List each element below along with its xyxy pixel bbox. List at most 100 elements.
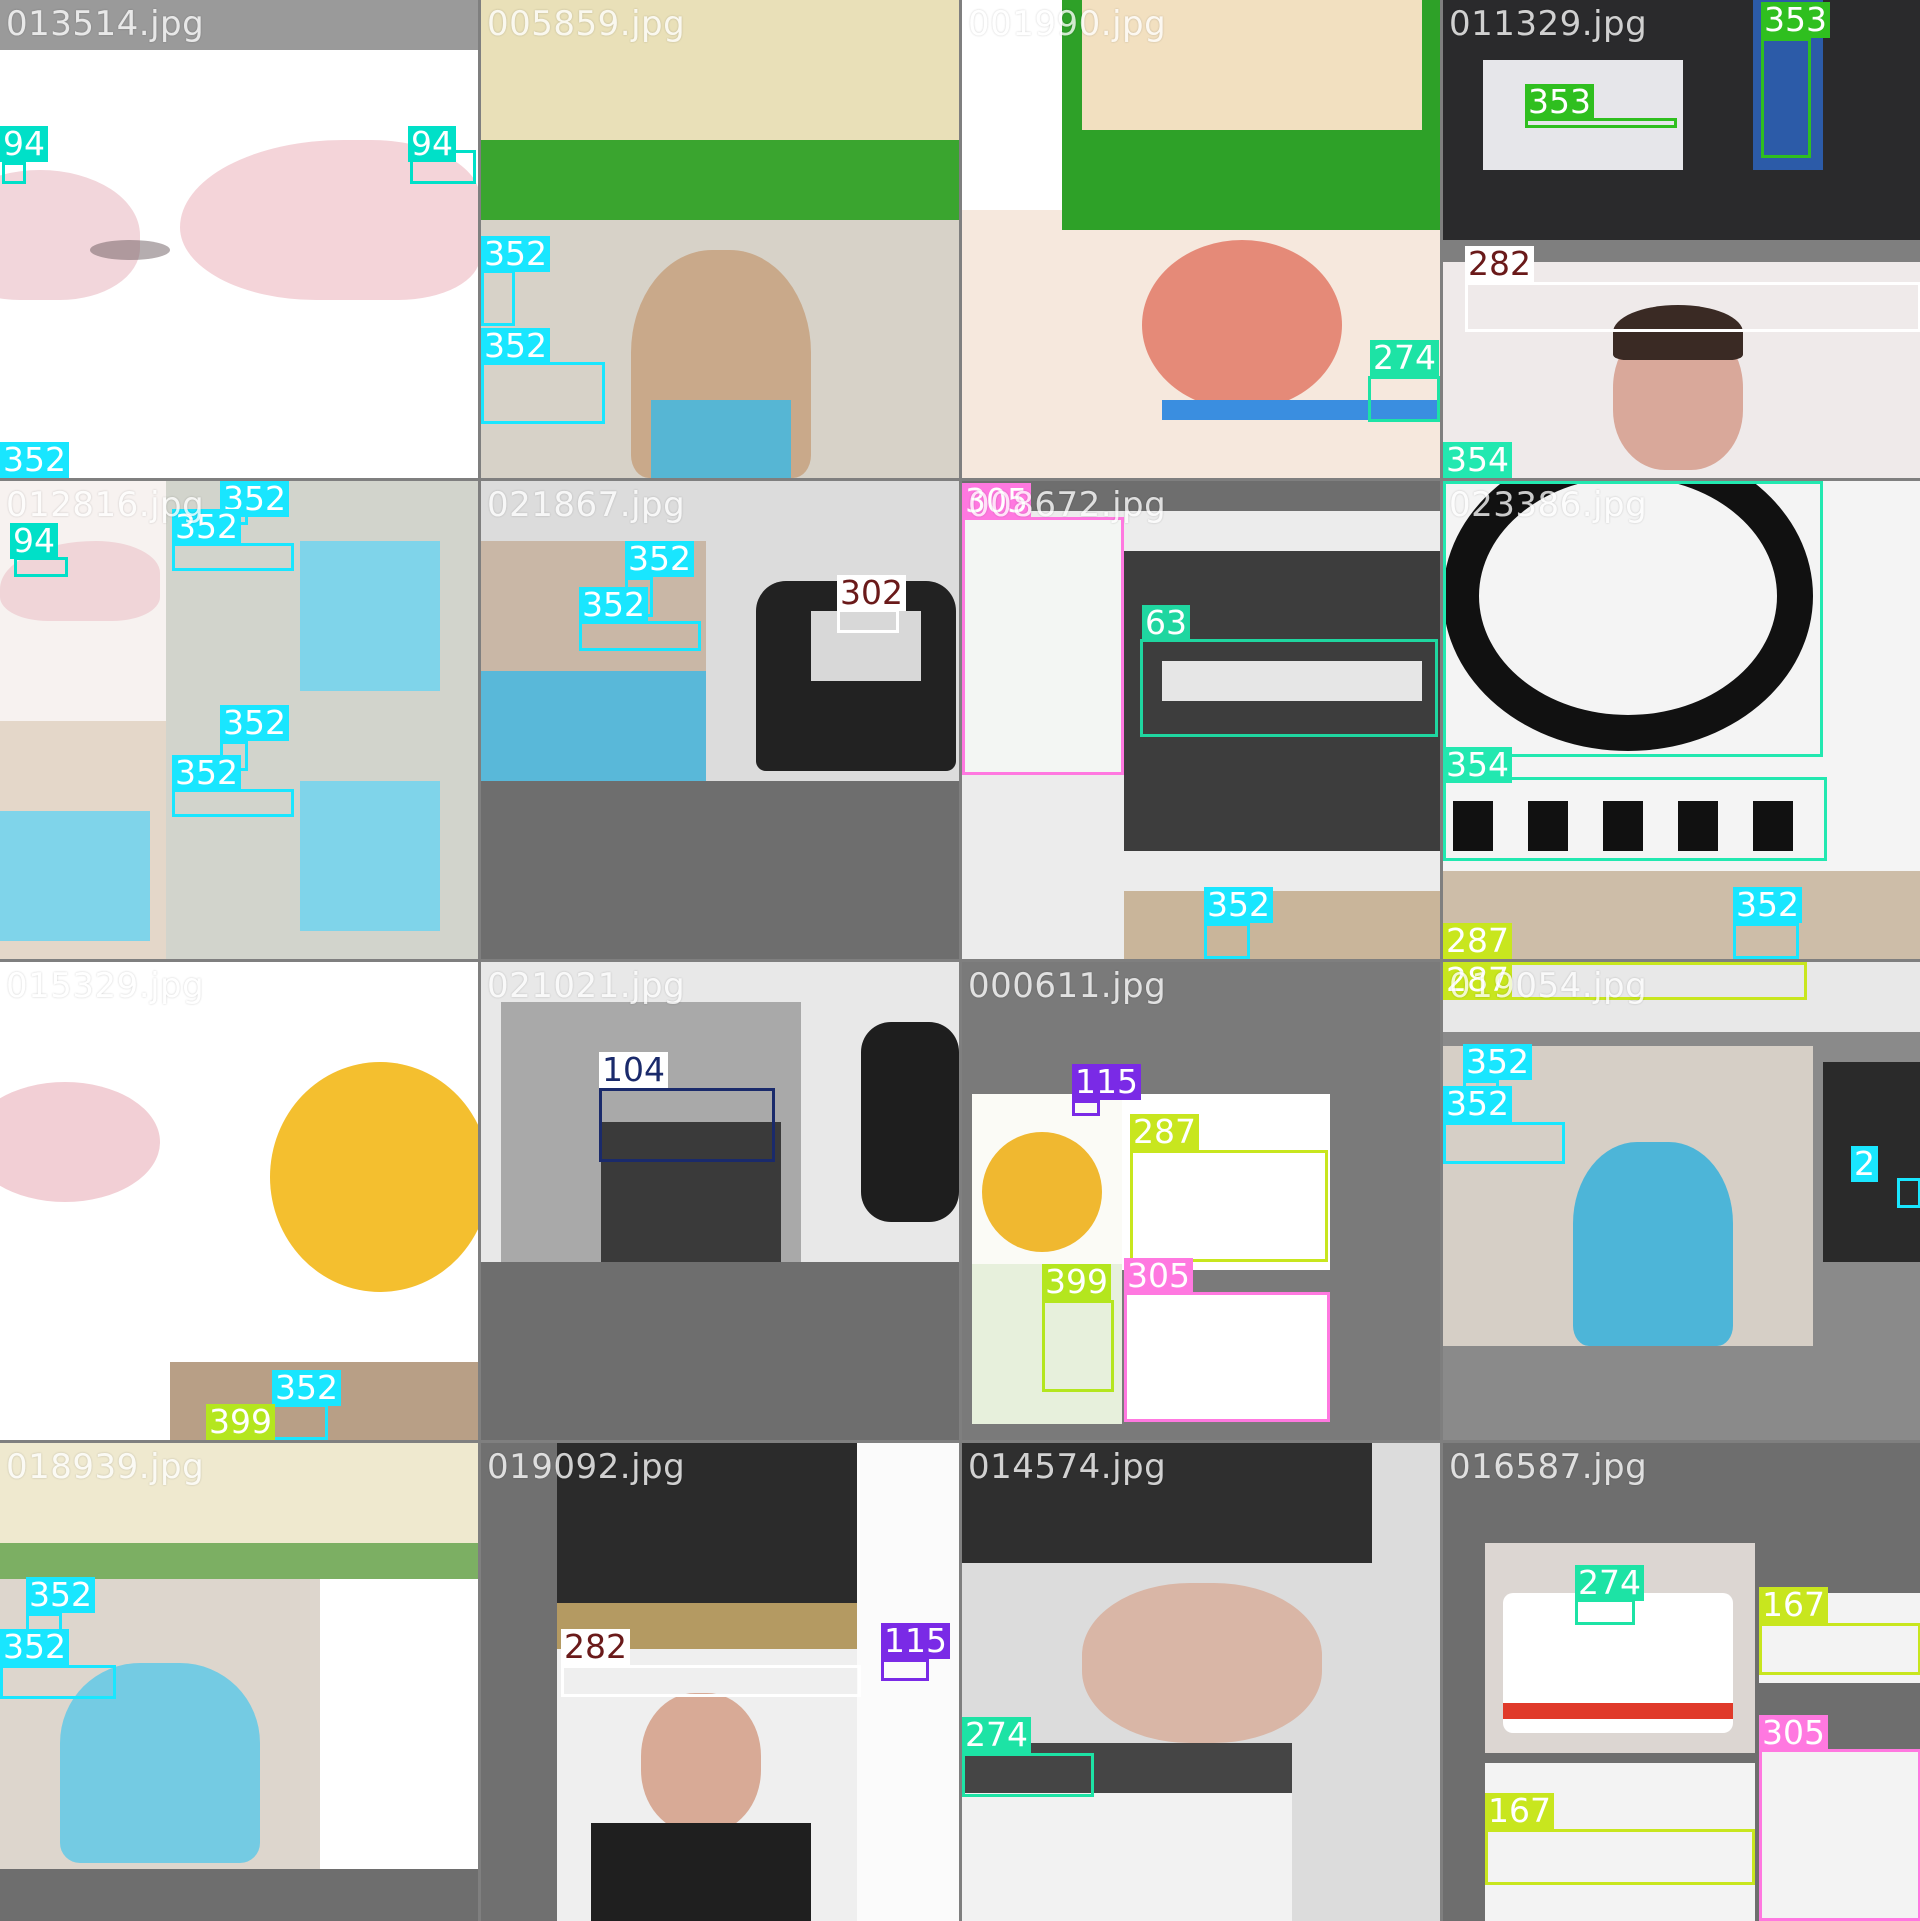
detection-box xyxy=(837,609,899,633)
detection-label: 2 xyxy=(1851,1146,1878,1182)
detection-box xyxy=(0,1665,116,1699)
mosaic-tile: 011329.jpg 353 353 282 354 xyxy=(1443,0,1920,478)
mosaic-tile: 005859.jpg 352 352 xyxy=(481,0,959,478)
mosaic-tile: 013514.jpg 94 94 352 xyxy=(0,0,478,478)
detection-label: 94 xyxy=(408,126,456,162)
tile-filename: 021021.jpg xyxy=(487,966,686,1006)
detection-label: 282 xyxy=(1465,246,1534,282)
detection-label: 305 xyxy=(1124,1258,1193,1294)
detection-box xyxy=(1443,1122,1565,1164)
mosaic-tile: 023386.jpg354354352287 xyxy=(1443,481,1920,959)
detection-label: 352 xyxy=(272,1370,341,1406)
detection-label: 352 xyxy=(1463,1044,1532,1080)
mosaic-tile: 016587.jpg 274 167 305 167 xyxy=(1443,1443,1920,1921)
detection-box xyxy=(1733,923,1799,959)
tile-filename: 015329.jpg xyxy=(6,966,205,1006)
tile-filename: 014574.jpg xyxy=(968,1447,1167,1487)
detection-label: 353 xyxy=(1761,2,1830,38)
mosaic-tile: 012816.jpg 94 352 352 352 352 xyxy=(0,481,478,959)
tile-filename: 013514.jpg xyxy=(6,4,205,44)
tile-filename: 012816.jpg xyxy=(6,485,205,525)
mosaic-grid: 013514.jpg 94 94 352 005859.jpg 352 352 00199… xyxy=(0,0,1920,1921)
detection-label: 287 xyxy=(1443,923,1512,959)
detection-box xyxy=(272,1404,328,1440)
tile-image xyxy=(0,0,478,478)
detection-box xyxy=(1368,376,1440,422)
mosaic-tile: 018939.jpg 352 352 xyxy=(0,1443,478,1921)
detection-box xyxy=(1130,1150,1328,1262)
tile-filename: 016587.jpg xyxy=(1449,1447,1648,1487)
detection-box xyxy=(579,621,701,651)
detection-box xyxy=(1204,923,1250,959)
detection-label: 94 xyxy=(10,523,58,559)
detection-label: 399 xyxy=(206,1404,275,1440)
detection-label: 353 xyxy=(1525,84,1594,120)
tile-filename: 023386.jpg xyxy=(1449,485,1648,525)
tile-filename: 001990.jpg xyxy=(968,4,1167,44)
detection-box xyxy=(172,789,294,817)
tile-image xyxy=(1443,0,1920,478)
detection-label: 352 xyxy=(481,328,550,364)
detection-box xyxy=(561,1665,861,1697)
detection-label: 352 xyxy=(26,1577,95,1613)
tile-image xyxy=(481,962,959,1440)
detection-box xyxy=(962,1753,1094,1797)
mosaic-tile: 021867.jpg 352 352 302 xyxy=(481,481,959,959)
detection-label: 352 xyxy=(0,1629,69,1665)
mosaic-tile: 001990.jpg 274 xyxy=(962,0,1440,478)
mosaic-tile: 014574.jpg 274 xyxy=(962,1443,1440,1921)
detection-label: 305 xyxy=(1759,1715,1828,1751)
mosaic-tile: 008672.jpg 305 63 352 xyxy=(962,481,1440,959)
detection-label: 104 xyxy=(599,1052,668,1088)
detection-box xyxy=(172,543,294,571)
detection-label: 167 xyxy=(1485,1793,1554,1829)
detection-label: 352 xyxy=(579,587,648,623)
detection-box xyxy=(881,1659,929,1681)
detection-label: 167 xyxy=(1759,1587,1828,1623)
mosaic-tile: 019092.jpg 282 115 xyxy=(481,1443,959,1921)
tile-filename: 018939.jpg xyxy=(6,1447,205,1487)
detection-box xyxy=(1140,639,1438,737)
tile-filename: 005859.jpg xyxy=(487,4,686,44)
detection-label: 274 xyxy=(1370,340,1439,376)
detection-label: 115 xyxy=(881,1623,950,1659)
detection-label: 352 xyxy=(0,442,69,478)
detection-label: 352 xyxy=(1733,887,1802,923)
detection-box xyxy=(1465,282,1920,332)
detection-label: 287 xyxy=(1130,1114,1199,1150)
detection-box xyxy=(481,270,515,326)
tile-filename: 019092.jpg xyxy=(487,1447,686,1487)
detection-box xyxy=(1759,1749,1920,1921)
detection-box xyxy=(599,1088,775,1162)
detection-box xyxy=(1897,1178,1920,1208)
detection-label: 352 xyxy=(1443,1086,1512,1122)
detection-box xyxy=(1124,1292,1330,1422)
tile-filename: 008672.jpg xyxy=(968,485,1167,525)
detection-label: 352 xyxy=(172,755,241,791)
detection-box xyxy=(1042,1300,1114,1392)
detection-label: 354 xyxy=(1443,747,1512,783)
detection-label: 352 xyxy=(625,541,694,577)
tile-filename: 000611.jpg xyxy=(968,966,1167,1006)
detection-box xyxy=(14,557,68,577)
detection-label: 274 xyxy=(1575,1565,1644,1601)
detection-box xyxy=(1761,38,1811,158)
detection-box xyxy=(1575,1599,1635,1625)
detection-label: 352 xyxy=(220,705,289,741)
tile-image xyxy=(0,962,478,1440)
detection-label: 282 xyxy=(561,1629,630,1665)
tile-image xyxy=(962,1443,1440,1921)
detection-label: 94 xyxy=(0,126,48,162)
detection-label: 115 xyxy=(1072,1064,1141,1100)
detection-label: 352 xyxy=(481,236,550,272)
detection-label: 63 xyxy=(1142,605,1190,641)
tile-image xyxy=(1443,962,1920,1440)
detection-label: 352 xyxy=(1204,887,1273,923)
detection-label: 399 xyxy=(1042,1264,1111,1300)
tile-filename: 019054.jpg xyxy=(1449,966,1648,1006)
detection-box xyxy=(1485,1829,1755,1885)
detection-box xyxy=(1072,1100,1100,1116)
detection-label: 354 xyxy=(1443,442,1512,478)
tile-image xyxy=(481,481,959,959)
detection-label: 302 xyxy=(837,575,906,611)
